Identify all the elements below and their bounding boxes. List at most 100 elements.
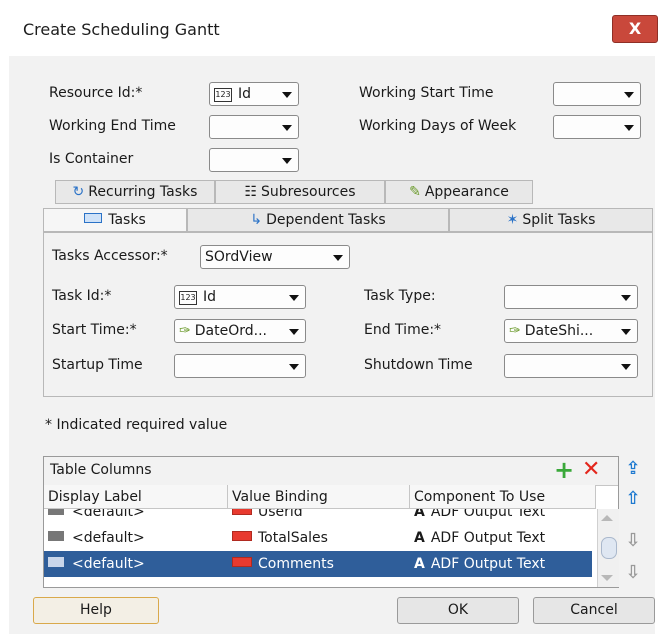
chevron-down-icon [624,92,634,98]
field-icon [48,509,64,515]
col-header-component[interactable]: Component To Use [410,485,596,509]
dialog: Create Scheduling Gantt X Resource Id:* … [3,0,661,637]
scroll-up-icon[interactable] [601,515,613,521]
plus-icon[interactable]: + [554,458,574,482]
dialog-title: Create Scheduling Gantt [23,20,220,39]
task-id-combo[interactable]: 123 Id [174,285,306,309]
field-icon [48,531,64,541]
working-end-combo[interactable] [209,115,299,139]
binding-icon [232,531,252,541]
title-bar: Create Scheduling Gantt X [3,0,661,56]
row-binding: TotalSales [258,530,328,546]
table-body: <default> Userid A ADF Output Text <defau… [44,509,596,587]
dialog-body: Resource Id:* 123 Id Working Start Time W… [9,56,655,634]
tab-tasks[interactable]: Tasks [43,208,187,232]
tab-label: Subresources [261,184,356,200]
tab-dependent-tasks[interactable]: ↳ Dependent Tasks [187,208,449,232]
table-columns-panel: Table Columns + ✕ Display Label Value Bi… [43,456,619,588]
chevron-down-icon [333,255,343,261]
working-start-combo[interactable] [553,82,641,106]
chevron-down-icon [621,329,631,335]
tab-label: Recurring Tasks [88,184,198,200]
start-time-value: DateOrd... [194,323,267,339]
row-binding: Userid [258,509,303,520]
chevron-down-icon [282,125,292,131]
startup-time-combo[interactable] [174,354,306,378]
end-time-value: DateShi... [524,323,594,339]
tab-label: Split Tasks [522,212,596,228]
shutdown-time-label: Shutdown Time [364,357,473,373]
tasks-accessor-value: SOrdView [205,249,273,265]
table-row-selected[interactable]: <default> Comments A ADF Output Text [44,551,592,577]
startup-time-label: Startup Time [52,357,143,373]
date-tag-icon: ✑ [179,323,191,339]
dependency-icon: ↳ [250,212,263,228]
is-container-label: Is Container [49,151,134,167]
end-time-label: End Time:* [364,322,442,338]
tasks-panel: Tasks Accessor:* SOrdView Task Id:* 123 I… [43,232,653,397]
is-container-combo[interactable] [209,148,299,172]
ok-button[interactable]: OK [397,597,519,624]
start-time-label: Start Time:* [52,322,137,338]
row-component: ADF Output Text [430,556,546,572]
table-row[interactable]: <default> Userid A ADF Output Text [44,509,592,525]
chevron-down-icon [621,364,631,370]
col-header-display-label[interactable]: Display Label [44,485,228,509]
double-down-arrow-icon[interactable]: ⇩ [625,562,641,583]
up-arrow-icon[interactable]: ⇧ [625,488,641,509]
split-icon: ✶ [506,212,519,228]
chevron-down-icon [282,92,292,98]
text-icon: A [414,530,425,546]
tab-split-tasks[interactable]: ✶ Split Tasks [449,208,653,232]
chevron-down-icon [289,329,299,335]
task-type-combo[interactable] [504,285,638,309]
tab-label: Appearance [424,184,509,200]
number-type-icon: 123 [179,291,197,305]
task-bar-icon [84,213,103,223]
chevron-down-icon [289,364,299,370]
chevron-down-icon [624,125,634,131]
working-days-combo[interactable] [553,115,641,139]
help-button[interactable]: Help [33,597,159,624]
close-button[interactable]: X [612,15,658,43]
tab-label: Tasks [108,212,146,228]
row-label: <default> [72,509,145,520]
end-time-combo[interactable]: ✑ DateShi... [504,319,638,343]
double-up-arrow-icon[interactable]: ⇪ [625,458,641,479]
table-row[interactable]: <default> TotalSales A ADF Output Text [44,525,592,551]
tab-appearance[interactable]: ✎ Appearance [385,180,533,204]
binding-icon [232,509,252,515]
tab-subresources[interactable]: ☷ Subresources [215,180,385,204]
x-icon[interactable]: ✕ [582,458,600,482]
row-label: <default> [72,556,145,572]
row-label: <default> [72,530,145,546]
row-binding: Comments [258,556,334,572]
row-component: ADF Output Text [430,530,546,546]
pencil-icon: ✎ [409,184,421,200]
col-header-value-binding[interactable]: Value Binding [228,485,410,509]
number-type-icon: 123 [214,88,232,102]
start-time-combo[interactable]: ✑ DateOrd... [174,319,306,343]
tab-recurring-tasks[interactable]: ↻ Recurring Tasks [55,180,215,204]
text-icon: A [414,556,425,572]
binding-icon [232,557,252,567]
table-scrollbar[interactable] [597,509,619,587]
working-days-label: Working Days of Week [359,118,517,134]
resource-id-value: Id [238,86,252,102]
cancel-button[interactable]: Cancel [533,597,655,624]
tasks-accessor-combo[interactable]: SOrdView [200,245,350,269]
field-icon [48,557,64,567]
scroll-down-icon[interactable] [601,575,613,581]
scroll-thumb[interactable] [601,537,617,559]
down-arrow-icon[interactable]: ⇩ [625,530,641,551]
task-id-value: Id [203,289,217,305]
shutdown-time-combo[interactable] [504,354,638,378]
tab-label: Dependent Tasks [266,212,386,228]
working-end-label: Working End Time [49,118,176,134]
resource-id-combo[interactable]: 123 Id [209,82,299,106]
table-header-bar: Table Columns + ✕ [44,457,618,486]
tasks-accessor-label: Tasks Accessor:* [52,248,168,264]
required-note: * Indicated required value [45,417,228,433]
hierarchy-icon: ☷ [244,184,258,200]
text-icon: A [414,509,425,520]
